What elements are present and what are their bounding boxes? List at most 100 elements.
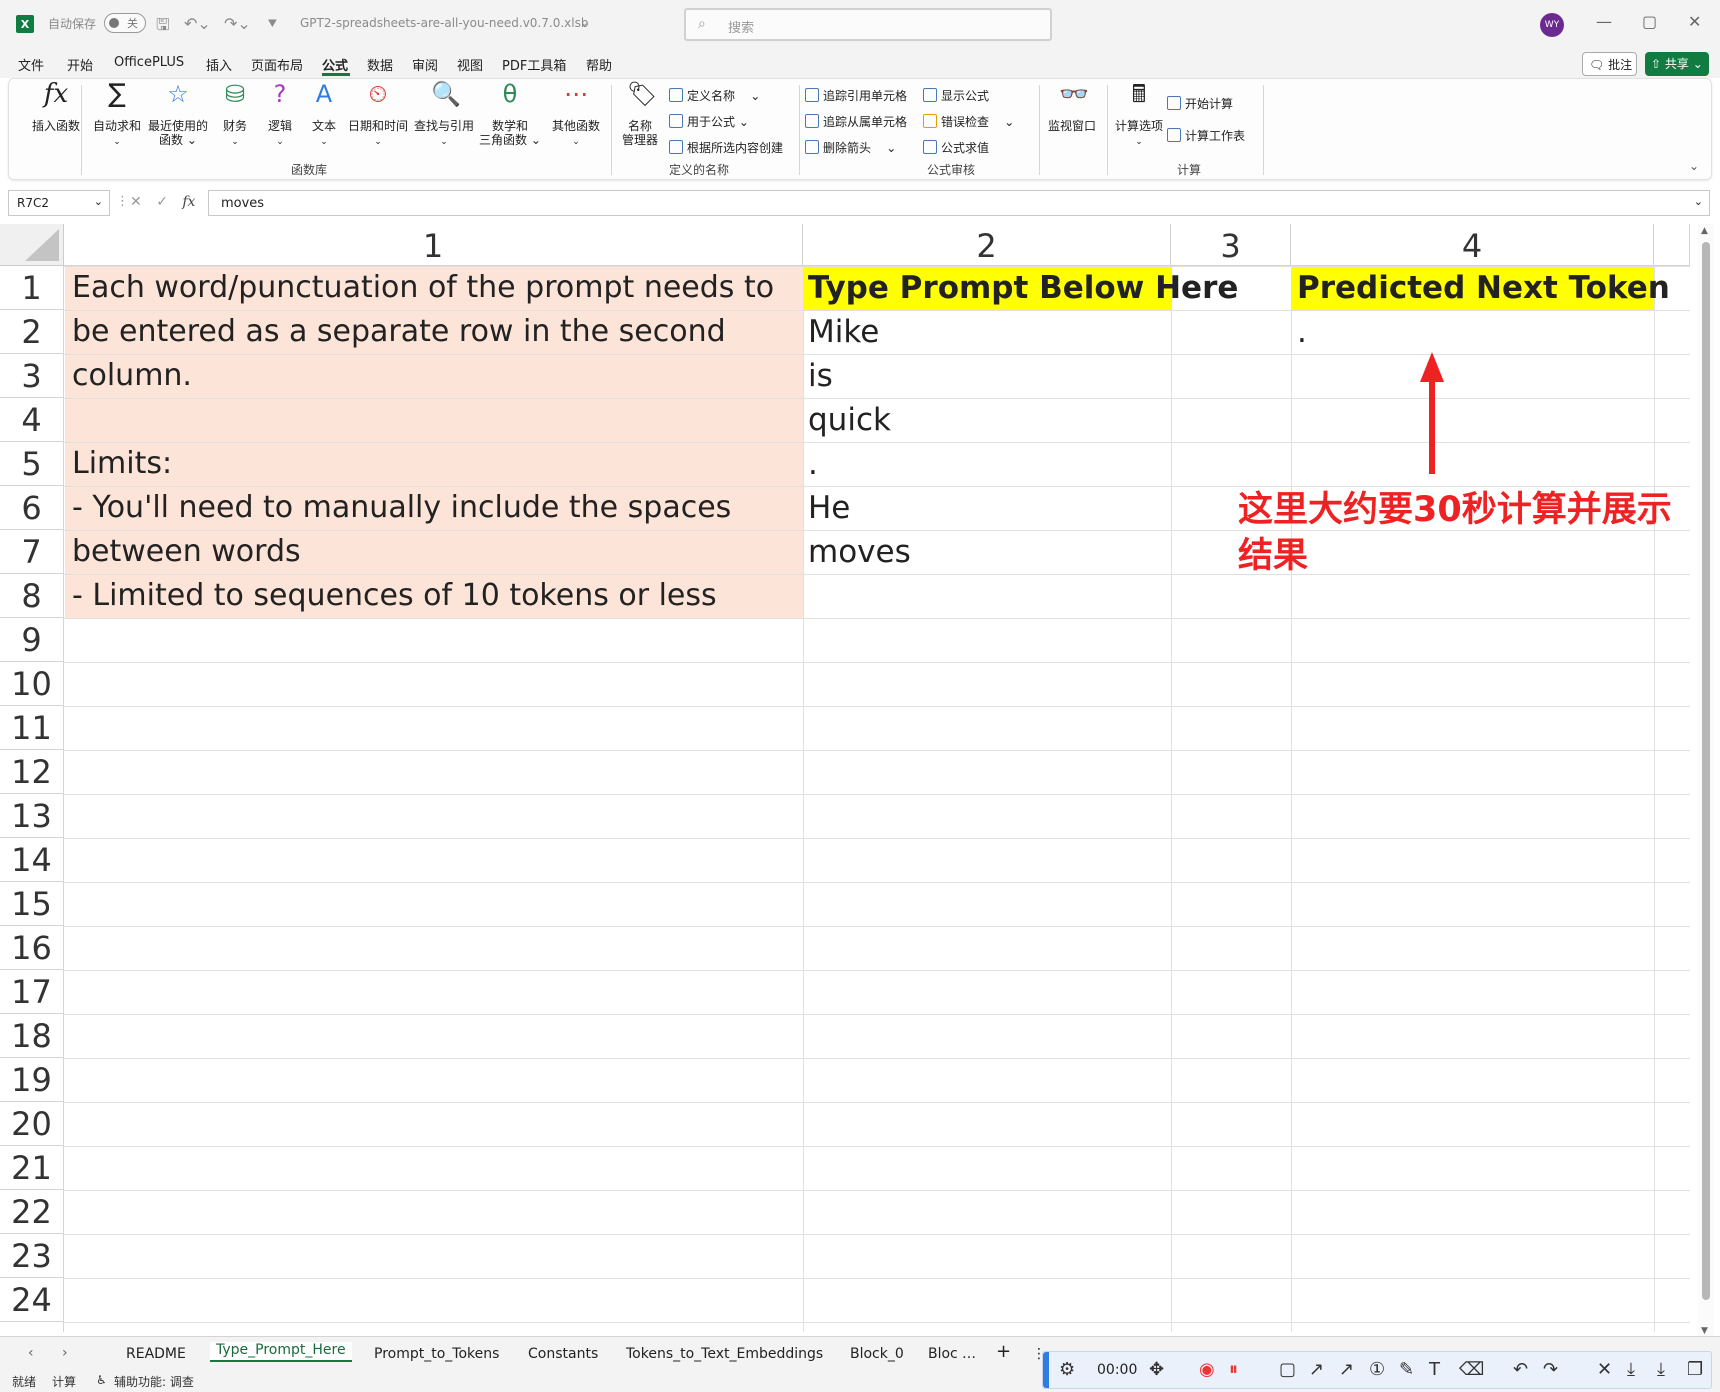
financial-button[interactable]: ⛁ 财务 ⌄ xyxy=(213,82,257,149)
row-header[interactable]: 24 xyxy=(0,1278,64,1322)
menu-review[interactable]: 审阅 xyxy=(412,55,438,74)
name-manager-button[interactable]: 🏷 名称 管理器 xyxy=(615,82,665,147)
copy-icon[interactable]: ❐ xyxy=(1687,1360,1703,1380)
autosum-button[interactable]: ∑ 自动求和 ⌄ xyxy=(89,81,145,149)
predicted-token-cell[interactable]: . xyxy=(1297,310,1307,354)
row-header[interactable]: 13 xyxy=(0,794,64,838)
number-marker-icon[interactable]: ① xyxy=(1369,1360,1385,1380)
eraser-icon[interactable]: ⌫ xyxy=(1459,1360,1484,1380)
text-tool-icon[interactable]: T xyxy=(1429,1360,1440,1380)
prompt-token-cell[interactable]: moves xyxy=(808,530,911,574)
column-header-1[interactable]: 1 xyxy=(64,224,803,266)
sheet-tab-readme[interactable]: README xyxy=(126,1346,186,1362)
trace-precedents-button[interactable]: 追踪引用单元格 xyxy=(805,87,907,104)
row-header[interactable]: 4 xyxy=(0,398,64,442)
formula-input[interactable]: moves ⌄ xyxy=(208,190,1710,216)
menu-pdf-tools[interactable]: PDF工具箱 xyxy=(502,55,566,74)
redo-icon[interactable]: ↷⌄ xyxy=(224,14,251,33)
sheet-tab-type-prompt-here[interactable]: Type_Prompt_Here xyxy=(210,1342,352,1362)
calculate-sheet-button[interactable]: 计算工作表 xyxy=(1167,127,1245,144)
status-accessibility[interactable]: 辅助功能: 调查 xyxy=(114,1373,194,1390)
row-header[interactable]: 5 xyxy=(0,442,64,486)
row-header[interactable]: 22 xyxy=(0,1190,64,1234)
download-icon[interactable]: ⤓ xyxy=(1627,1360,1635,1380)
menu-help[interactable]: 帮助 xyxy=(586,55,612,74)
prompt-token-cell[interactable]: quick xyxy=(808,398,891,442)
prompt-token-cell[interactable]: He xyxy=(808,486,850,530)
more-functions-button[interactable]: ⋯ 其他函数 ⌄ xyxy=(543,82,609,149)
undo-icon[interactable]: ↶ xyxy=(1513,1360,1528,1380)
row-header[interactable]: 19 xyxy=(0,1058,64,1102)
use-in-formula-button[interactable]: 用于公式 ⌄ xyxy=(669,113,749,130)
watch-window-button[interactable]: 👓 监视窗口 xyxy=(1037,82,1107,133)
row-header[interactable]: 7 xyxy=(0,530,64,574)
prompt-token-cell[interactable]: is xyxy=(808,354,833,398)
maximize-icon[interactable]: ▢ xyxy=(1642,12,1657,31)
arrow-icon[interactable]: ↗ xyxy=(1339,1360,1354,1380)
chevron-down-icon[interactable]: ⌄ xyxy=(94,195,103,208)
menu-officeplus[interactable]: OfficePLUS xyxy=(114,55,184,70)
menu-file[interactable]: 文件 xyxy=(18,55,44,74)
record-icon[interactable]: ◉ xyxy=(1199,1360,1215,1380)
evaluate-formula-button[interactable]: 公式求值 xyxy=(923,139,989,156)
pause-icon[interactable]: ⏸ xyxy=(1229,1360,1238,1380)
row-header[interactable]: 8 xyxy=(0,574,64,618)
avatar[interactable]: WY xyxy=(1540,13,1564,37)
calculate-now-button[interactable]: 开始计算 xyxy=(1167,95,1233,112)
menu-formulas[interactable]: 公式 xyxy=(322,55,348,74)
math-button[interactable]: θ 数学和 三角函数 ⌄ xyxy=(477,82,543,147)
minimize-icon[interactable]: — xyxy=(1596,12,1612,31)
menu-data[interactable]: 数据 xyxy=(367,55,393,74)
pen-icon[interactable]: ✎ xyxy=(1399,1360,1414,1380)
lookup-button[interactable]: 🔍 查找与引用 ⌄ xyxy=(411,82,477,149)
datetime-button[interactable]: ⏲ 日期和时间 ⌄ xyxy=(345,82,411,149)
vertical-scrollbar[interactable]: ▲ ▼ xyxy=(1698,224,1714,1340)
file-name[interactable]: GPT2-spreadsheets-are-all-you-need.v0.7.… xyxy=(300,16,588,30)
row-header[interactable]: 6 xyxy=(0,486,64,530)
row-header[interactable]: 12 xyxy=(0,750,64,794)
sheet-tab-prompt-to-tokens[interactable]: Prompt_to_Tokens xyxy=(374,1346,499,1362)
move-icon[interactable]: ✥ xyxy=(1149,1360,1164,1380)
remove-arrows-button[interactable]: 删除箭头 ⌄ xyxy=(805,139,896,156)
toolbar-handle[interactable] xyxy=(1043,1352,1049,1388)
row-header[interactable]: 11 xyxy=(0,706,64,750)
row-header[interactable]: 15 xyxy=(0,882,64,926)
calc-options-button[interactable]: 🖩 计算选项 ⌄ xyxy=(1109,82,1169,149)
path-icon[interactable]: ↗ xyxy=(1309,1360,1324,1380)
error-checking-button[interactable]: 错误检查 ⌄ xyxy=(923,113,1014,130)
show-formulas-button[interactable]: 显示公式 xyxy=(923,87,989,104)
menu-page-layout[interactable]: 页面布局 xyxy=(251,55,303,74)
create-from-selection-button[interactable]: 根据所选内容创建 xyxy=(669,139,783,156)
row-header[interactable]: 20 xyxy=(0,1102,64,1146)
scroll-up-icon[interactable]: ▲ xyxy=(1701,226,1708,236)
menu-view[interactable]: 视图 xyxy=(457,55,483,74)
column-header-5[interactable] xyxy=(1654,224,1690,266)
prompt-token-cell[interactable]: . xyxy=(808,442,818,486)
redo-icon[interactable]: ↷ xyxy=(1543,1360,1558,1380)
row-header[interactable]: 16 xyxy=(0,926,64,970)
row-header[interactable]: 10 xyxy=(0,662,64,706)
collapse-ribbon-icon[interactable]: ⌄ xyxy=(1689,159,1699,173)
column-header-4[interactable]: 4 xyxy=(1291,224,1654,266)
expand-formula-icon[interactable]: ⌄ xyxy=(1694,195,1703,208)
more-sheets-icon[interactable]: … xyxy=(962,1346,976,1362)
predicted-header-cell[interactable]: Predicted Next Token xyxy=(1297,266,1670,310)
trace-dependents-button[interactable]: 追踪从属单元格 xyxy=(805,113,907,130)
menu-insert[interactable]: 插入 xyxy=(206,55,232,74)
name-box[interactable]: R7C2 ⌄ xyxy=(8,190,110,216)
autosave-toggle[interactable]: 关 xyxy=(104,13,146,33)
close-icon[interactable]: ✕ xyxy=(1688,12,1701,31)
scroll-down-icon[interactable]: ▼ xyxy=(1701,1326,1708,1336)
sheet-tab-bloc[interactable]: Bloc xyxy=(928,1346,958,1362)
sheet-tab-block-0[interactable]: Block_0 xyxy=(850,1346,904,1362)
fx-icon[interactable]: fx xyxy=(182,194,195,210)
save-icon[interactable]: 🖫 xyxy=(156,14,170,41)
logical-button[interactable]: ? 逻辑 ⌄ xyxy=(259,82,301,149)
prompt-token-cell[interactable]: Mike xyxy=(808,310,879,354)
row-header[interactable] xyxy=(0,1322,64,1332)
row-header[interactable]: 2 xyxy=(0,310,64,354)
scroll-thumb[interactable] xyxy=(1702,242,1710,1300)
next-sheet-icon[interactable]: › xyxy=(62,1345,68,1361)
enter-icon[interactable]: ✓ xyxy=(156,194,168,210)
prev-sheet-icon[interactable]: ‹ xyxy=(28,1345,34,1361)
